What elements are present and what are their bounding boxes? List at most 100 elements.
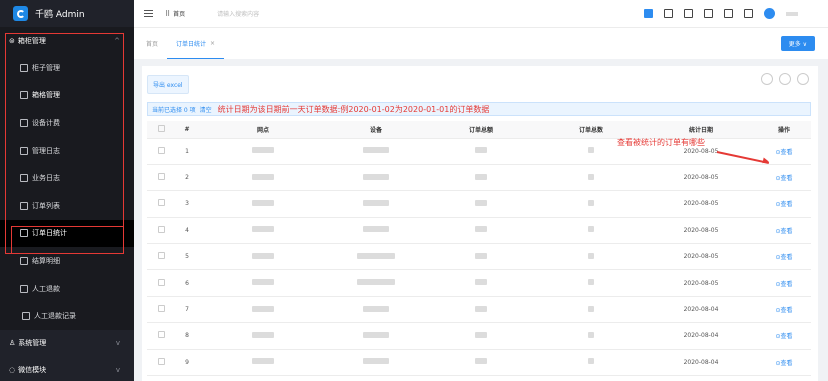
row-amount-redacted	[425, 269, 537, 297]
sidebar-item-label: 箱格管理	[32, 91, 60, 100]
row-checkbox[interactable]	[147, 296, 175, 324]
sidebar-item-cabinets[interactable]: 柜子管理	[0, 54, 134, 82]
select-all-checkbox[interactable]	[147, 121, 175, 139]
view-button[interactable]: ⊙查看	[757, 322, 811, 350]
export-excel-button[interactable]: 导出 excel	[147, 75, 189, 94]
row-stat-date: 2020-08-04	[645, 349, 757, 377]
row-checkbox[interactable]	[147, 243, 175, 271]
username-placeholder[interactable]	[786, 11, 798, 16]
lock-icon[interactable]	[684, 9, 693, 18]
sidebar-item-business-log[interactable]: 业务日志	[0, 164, 134, 192]
sidebar-item-settlement[interactable]: 结算明细	[0, 247, 134, 275]
refund-icon	[20, 284, 28, 293]
screenshot-icon[interactable]	[664, 9, 673, 18]
theme-icon[interactable]	[704, 9, 713, 18]
row-device-redacted	[327, 217, 425, 245]
row-amount-redacted	[425, 164, 537, 192]
row-outlet-redacted	[199, 164, 327, 192]
row-index: 1	[175, 138, 199, 165]
col-order-amount: 订单总额	[425, 121, 537, 139]
tab-home[interactable]: 首页	[134, 28, 167, 59]
layout-icon[interactable]	[724, 9, 733, 18]
row-checkbox[interactable]	[147, 190, 175, 218]
columns-icon[interactable]	[779, 73, 791, 85]
sidebar-item-label: 人工退款记录	[34, 312, 76, 321]
row-device-redacted	[327, 349, 425, 377]
row-outlet-redacted	[199, 138, 327, 165]
row-amount-redacted	[425, 138, 537, 165]
sidebar-item-cells[interactable]: 箱格管理	[0, 82, 134, 110]
view-button[interactable]: ⊙查看	[757, 217, 811, 245]
menu-toggle-icon[interactable]	[144, 10, 153, 17]
table-row: 5 2020-08-05 ⊙查看	[147, 243, 811, 271]
row-checkbox[interactable]	[147, 138, 175, 165]
col-device: 设备	[327, 121, 425, 139]
billing-icon	[20, 118, 28, 127]
close-icon[interactable]: ×	[210, 40, 215, 47]
row-checkbox[interactable]	[147, 349, 175, 377]
table-row: 1 2020-08-05 ⊙查看	[147, 138, 811, 165]
view-button[interactable]: ⊙查看	[757, 190, 811, 218]
row-checkbox[interactable]	[147, 322, 175, 350]
row-amount-redacted	[425, 349, 537, 377]
sidebar-item-orders[interactable]: 订单列表	[0, 192, 134, 220]
row-amount-redacted	[425, 217, 537, 245]
table-row: 6 2020-08-05 ⊙查看	[147, 269, 811, 297]
sidebar-item-label: 订单日统计	[32, 229, 67, 238]
settings-icon[interactable]	[797, 73, 809, 85]
view-button[interactable]: ⊙查看	[757, 349, 811, 377]
fullscreen-icon[interactable]	[744, 9, 753, 18]
annotation-text: 查看被统计的订单有哪些	[617, 138, 705, 147]
row-checkbox[interactable]	[147, 164, 175, 192]
tab-daily-stats[interactable]: 订单日统计 ×	[167, 28, 225, 59]
row-amount-redacted	[425, 243, 537, 271]
row-device-redacted	[327, 322, 425, 350]
chevron-down-icon: v	[115, 339, 120, 348]
app-logo[interactable]: 千鸥 Admin	[0, 0, 134, 27]
row-outlet-redacted	[199, 217, 327, 245]
view-button[interactable]: ⊙查看	[757, 164, 811, 192]
menu-group-cabinet[interactable]: ⊜ 箱柜管理 ^	[0, 27, 134, 54]
row-stat-date: 2020-08-05	[645, 243, 757, 271]
search-input[interactable]: 请输入搜索内容	[217, 9, 259, 18]
row-count-redacted	[537, 269, 645, 297]
clear-selection-link[interactable]: 清空	[200, 105, 212, 114]
view-button[interactable]: ⊙查看	[757, 243, 811, 271]
view-button[interactable]: ⊙查看	[757, 269, 811, 297]
sidebar-item-refund-records[interactable]: 人工退款记录	[0, 302, 134, 330]
sidebar-item-billing[interactable]: 设备计费	[0, 109, 134, 137]
sidebar-item-label: 人工退款	[32, 284, 60, 293]
menu-group-label: 系统管理	[18, 339, 47, 348]
more-button[interactable]: 更多 ∨	[780, 36, 815, 51]
row-checkbox[interactable]	[147, 217, 175, 245]
home-icon[interactable]: ⠿	[165, 10, 170, 18]
sidebar-item-daily-stats[interactable]: 订单日统计	[0, 219, 134, 248]
menu-group-system[interactable]: ♙ 系统管理 v	[0, 330, 134, 357]
log-icon	[20, 174, 28, 183]
notification-icon[interactable]	[644, 9, 653, 18]
row-outlet-redacted	[199, 269, 327, 297]
selection-alert: 当前已选择 0 项 清空 统计日期为该日期前一天订单数据:例2020-01-02…	[147, 102, 811, 116]
row-count-redacted	[537, 322, 645, 350]
row-outlet-redacted	[199, 296, 327, 324]
avatar[interactable]	[764, 8, 775, 19]
row-device-redacted	[327, 243, 425, 271]
breadcrumb-home[interactable]: 首页	[173, 9, 185, 18]
table-row: 2 2020-08-05 ⊙查看	[147, 164, 811, 192]
row-checkbox[interactable]	[147, 269, 175, 297]
sidebar-item-refund[interactable]: 人工退款	[0, 275, 134, 303]
sidebar-item-label: 柜子管理	[32, 63, 60, 72]
sidebar-item-admin-log[interactable]: 管理日志	[0, 137, 134, 165]
tab-label: 首页	[146, 41, 159, 48]
menu-group-wechat[interactable]: ◌ 微信模块 v	[0, 357, 134, 381]
refresh-icon[interactable]	[761, 73, 773, 85]
settle-icon	[20, 256, 28, 265]
box-icon	[20, 63, 28, 72]
row-count-redacted	[537, 217, 645, 245]
row-device-redacted	[327, 138, 425, 165]
row-device-redacted	[327, 164, 425, 192]
sidebar: 千鸥 Admin ⊜ 箱柜管理 ^ 柜子管理 箱格管理 设备计费 管理日志 业务…	[0, 0, 134, 381]
row-stat-date: 2020-08-05	[645, 164, 757, 192]
col-actions: 操作	[757, 121, 811, 139]
view-button[interactable]: ⊙查看	[757, 296, 811, 324]
